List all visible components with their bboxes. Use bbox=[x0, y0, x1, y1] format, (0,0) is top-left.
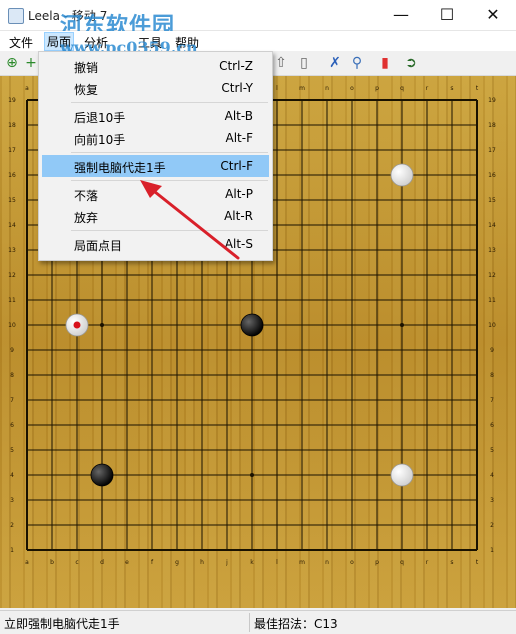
annotation-arrow bbox=[140, 180, 240, 260]
